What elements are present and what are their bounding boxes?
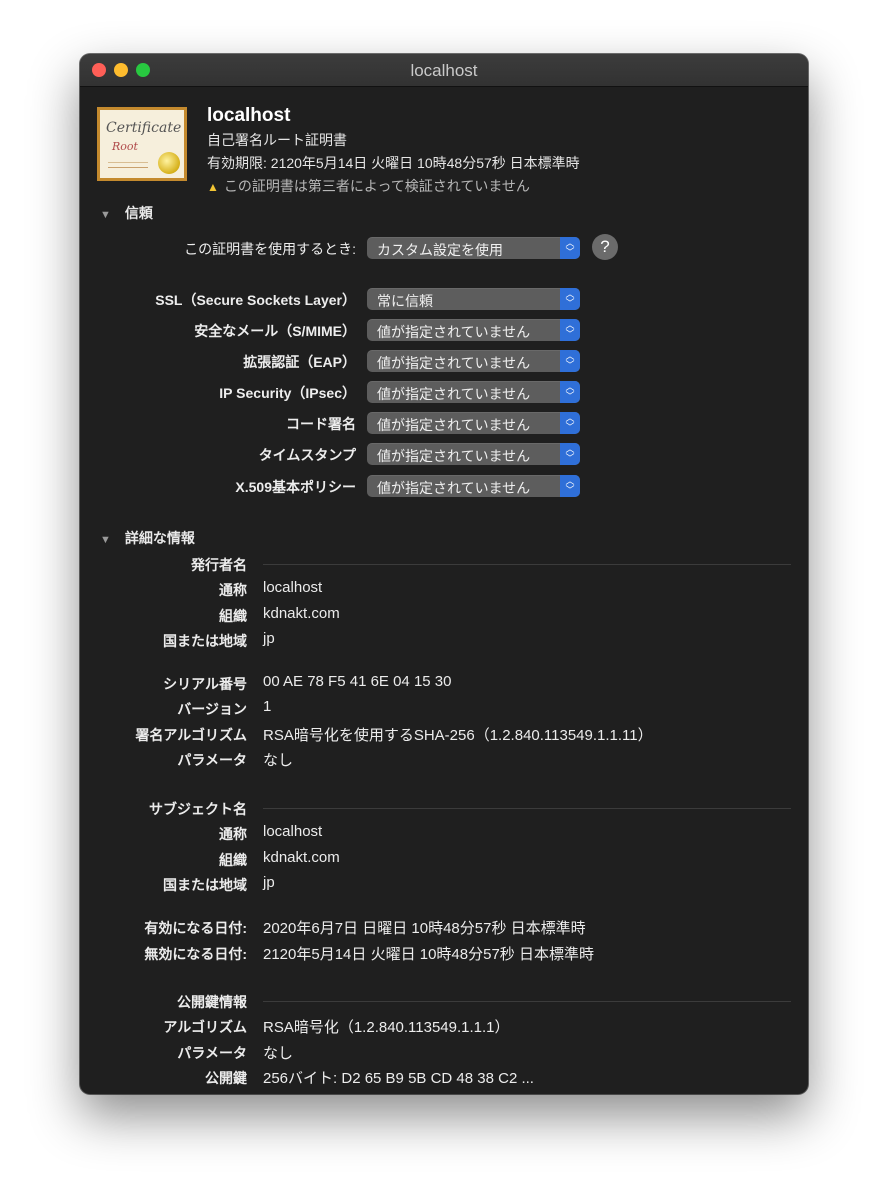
detail-value: 2120年5月14日 火曜日 10時48分57秒 日本標準時 bbox=[263, 946, 594, 963]
disclosure-triangle-icon[interactable]: ▼ bbox=[100, 209, 111, 221]
group-divider bbox=[263, 808, 791, 809]
trust-heading: 信頼 bbox=[124, 205, 153, 221]
popup-chevron-icon: ︿ ﹀ bbox=[560, 350, 580, 372]
certificate-content: Certificate Root localhost 自己署名ルート証明書 有効… bbox=[80, 87, 808, 1094]
detail-value: RSA暗号化を使用するSHA-256（1.2.840.113549.1.1.11… bbox=[263, 727, 653, 744]
certificate-icon-root: Root bbox=[112, 140, 138, 153]
detail-label: 組織 bbox=[219, 608, 247, 624]
detail-value: localhost bbox=[263, 579, 323, 596]
disclosure-triangle-icon[interactable]: ▼ bbox=[100, 534, 111, 546]
detail-label: アルゴリズム bbox=[163, 1019, 247, 1035]
issuer-heading: 発行者名 bbox=[191, 557, 247, 573]
certificate-icon-lines bbox=[108, 167, 148, 168]
popup-value: 常に信頼 bbox=[377, 293, 433, 309]
popup-chevron-icon: ︿ ﹀ bbox=[560, 237, 580, 259]
group-divider bbox=[263, 564, 791, 565]
detail-label: 通称 bbox=[219, 826, 247, 842]
certificate-type: 自己署名ルート証明書 bbox=[207, 132, 347, 148]
subject-heading: サブジェクト名 bbox=[149, 801, 247, 817]
popup-value: 値が指定されていません bbox=[377, 324, 531, 340]
trust-label-code-signing: コード署名 bbox=[286, 416, 356, 432]
detail-label: 組織 bbox=[219, 852, 247, 868]
detail-label: 有効になる日付: bbox=[144, 920, 247, 936]
use-setting-label: この証明書を使用するとき: bbox=[184, 241, 356, 257]
trust-label-smime: 安全なメール（S/MIME） bbox=[194, 323, 356, 339]
popup-chevron-icon: ︿ ﹀ bbox=[560, 475, 580, 497]
certificate-expiry: 有効期限: 2120年5月14日 火曜日 10時48分57秒 日本標準時 bbox=[207, 155, 580, 171]
popup-value: 値が指定されていません bbox=[377, 480, 531, 496]
trust-popup-smime[interactable]: 値が指定されていません ︿ ﹀ bbox=[367, 319, 580, 341]
trust-label-eap: 拡張認証（EAP） bbox=[243, 354, 356, 370]
warning-text: この証明書は第三者によって検証されていません bbox=[223, 178, 530, 194]
certificate-name: localhost bbox=[207, 105, 291, 126]
warning-icon: ▲ bbox=[207, 180, 219, 194]
popup-value: 値が指定されていません bbox=[377, 386, 531, 402]
detail-label: 無効になる日付: bbox=[144, 946, 247, 962]
help-button[interactable]: ? bbox=[592, 234, 618, 260]
title-bar[interactable]: localhost bbox=[80, 54, 808, 87]
popup-chevron-icon: ︿ ﹀ bbox=[560, 381, 580, 403]
trust-label-timestamp: タイムスタンプ bbox=[258, 447, 356, 463]
detail-value: 00 AE 78 F5 41 6E 04 15 30 bbox=[263, 673, 452, 690]
popup-chevron-icon: ︿ ﹀ bbox=[560, 412, 580, 434]
details-heading: 詳細な情報 bbox=[124, 530, 195, 546]
popup-value: 値が指定されていません bbox=[377, 355, 531, 371]
detail-label: 通称 bbox=[219, 582, 247, 598]
popup-chevron-icon: ︿ ﹀ bbox=[560, 288, 580, 310]
detail-label: 公開鍵 bbox=[205, 1070, 247, 1086]
trust-popup-timestamp[interactable]: 値が指定されていません ︿ ﹀ bbox=[367, 443, 580, 465]
trust-label-x509: X.509基本ポリシー bbox=[235, 479, 356, 495]
detail-label: パラメータ bbox=[177, 1045, 247, 1061]
window-title: localhost bbox=[410, 61, 478, 80]
trust-popup-code-signing[interactable]: 値が指定されていません ︿ ﹀ bbox=[367, 412, 580, 434]
trust-popup-x509[interactable]: 値が指定されていません ︿ ﹀ bbox=[367, 475, 580, 497]
trust-popup-ssl[interactable]: 常に信頼 ︿ ﹀ bbox=[367, 288, 580, 310]
detail-label: バージョン bbox=[177, 701, 247, 717]
details-section-toggle[interactable]: ▼ 詳細な情報 bbox=[100, 528, 195, 548]
popup-value: 値が指定されていません bbox=[377, 417, 531, 433]
group-divider bbox=[263, 1001, 791, 1002]
seal-icon bbox=[158, 152, 180, 174]
detail-label: 国または地域 bbox=[163, 877, 247, 893]
certificate-icon: Certificate Root bbox=[97, 107, 187, 181]
popup-chevron-icon: ︿ ﹀ bbox=[560, 443, 580, 465]
detail-value: kdnakt.com bbox=[263, 849, 340, 866]
certificate-window: localhost Certificate Root localhost 自己署… bbox=[80, 54, 808, 1094]
trust-popup-ipsec[interactable]: 値が指定されていません ︿ ﹀ bbox=[367, 381, 580, 403]
popup-chevron-icon: ︿ ﹀ bbox=[560, 319, 580, 341]
detail-value: kdnakt.com bbox=[263, 605, 340, 622]
certificate-icon-word: Certificate bbox=[106, 120, 182, 136]
detail-value: 2020年6月7日 日曜日 10時48分57秒 日本標準時 bbox=[263, 920, 586, 937]
detail-label: 署名アルゴリズム bbox=[135, 727, 247, 743]
detail-label: シリアル番号 bbox=[163, 676, 247, 692]
detail-value: 256バイト: D2 65 B9 5B CD 48 38 C2 ... bbox=[263, 1070, 534, 1087]
trust-label-ssl: SSL（Secure Sockets Layer） bbox=[155, 292, 356, 308]
detail-value: 1 bbox=[263, 698, 272, 715]
detail-value: jp bbox=[263, 630, 275, 647]
detail-value: なし bbox=[263, 752, 294, 769]
detail-value: jp bbox=[263, 874, 275, 891]
detail-label: パラメータ bbox=[177, 752, 247, 768]
pubkey-heading: 公開鍵情報 bbox=[177, 994, 247, 1010]
trust-label-ipsec: IP Security（IPsec） bbox=[219, 385, 356, 401]
popup-value: カスタム設定を使用 bbox=[377, 242, 503, 258]
trust-section-toggle[interactable]: ▼ 信頼 bbox=[100, 203, 153, 223]
detail-value: RSA暗号化（1.2.840.113549.1.1.1） bbox=[263, 1019, 510, 1036]
use-setting-popup[interactable]: カスタム設定を使用 ︿ ﹀ bbox=[367, 237, 580, 259]
popup-value: 値が指定されていません bbox=[377, 448, 531, 464]
verification-warning: ▲ この証明書は第三者によって検証されていません bbox=[207, 176, 530, 196]
trust-popup-eap[interactable]: 値が指定されていません ︿ ﹀ bbox=[367, 350, 580, 372]
detail-label: 国または地域 bbox=[163, 633, 247, 649]
detail-value: なし bbox=[263, 1045, 294, 1062]
detail-value: localhost bbox=[263, 823, 323, 840]
